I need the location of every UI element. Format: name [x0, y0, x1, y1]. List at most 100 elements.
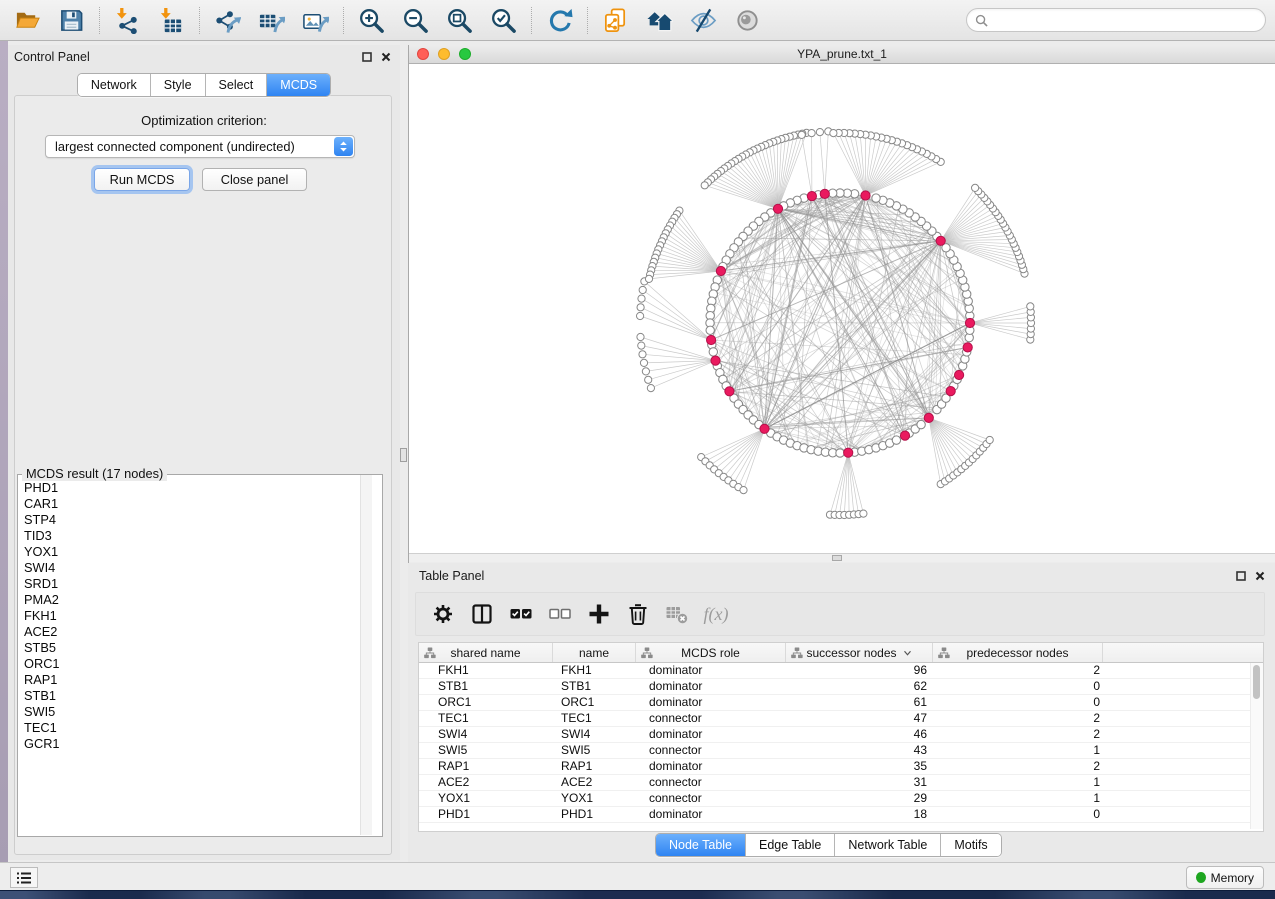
mcds-result-item[interactable]: GCR1 [24, 736, 363, 752]
export-image-button[interactable] [302, 7, 329, 34]
column-header-shared-name[interactable]: shared name [419, 643, 553, 662]
import-network-button[interactable] [114, 7, 141, 34]
deselect-all-button[interactable] [548, 602, 572, 626]
search-field[interactable] [966, 8, 1266, 32]
minimize-window-icon[interactable] [438, 48, 450, 60]
close-panel-button[interactable]: Close panel [202, 168, 307, 191]
mcds-result-item[interactable]: STP4 [24, 512, 363, 528]
cell-MCDS-role: dominator [636, 727, 786, 742]
mcds-result-item[interactable]: SWI4 [24, 560, 363, 576]
show-column-button[interactable] [470, 602, 494, 626]
mcds-result-item[interactable]: ACE2 [24, 624, 363, 640]
splitter-grip[interactable] [832, 555, 842, 561]
open-file-button[interactable] [14, 7, 41, 34]
table-row[interactable]: PHD1PHD1dominator180 [419, 807, 1263, 823]
column-label: name [579, 646, 609, 660]
function-builder-button[interactable]: f(x) [704, 602, 728, 626]
table-row[interactable]: ACE2ACE2connector311 [419, 775, 1263, 791]
run-mcds-button[interactable]: Run MCDS [94, 168, 190, 191]
mcds-result-item[interactable]: STB1 [24, 688, 363, 704]
tab-network[interactable]: Network [78, 74, 150, 96]
zoom-in-button[interactable] [358, 7, 385, 34]
zoom-out-button[interactable] [402, 7, 429, 34]
tab-select[interactable]: Select [205, 74, 267, 96]
column-header-name[interactable]: name [553, 643, 636, 662]
status-bar: Memory [0, 862, 1275, 890]
mcds-result-item[interactable]: SWI5 [24, 704, 363, 720]
tab-mcds[interactable]: MCDS [266, 74, 330, 96]
save-session-button[interactable] [58, 7, 85, 34]
table-options-button[interactable] [431, 602, 455, 626]
cell-successor-nodes: 31 [786, 775, 933, 790]
mcds-result-item[interactable]: TID3 [24, 528, 363, 544]
close-panel-icon[interactable] [1253, 570, 1266, 583]
mcds-result-item[interactable]: ORC1 [24, 656, 363, 672]
zoom-selected-button[interactable] [490, 7, 517, 34]
cell-shared-name: SWI4 [419, 727, 553, 742]
mcds-result-item[interactable]: PMA2 [24, 592, 363, 608]
network-canvas[interactable] [409, 64, 1275, 553]
table-row[interactable]: STB1STB1dominator620 [419, 679, 1263, 695]
network-overview-button[interactable] [646, 7, 673, 34]
mcds-result-item[interactable]: STB5 [24, 640, 363, 656]
float-panel-icon[interactable] [360, 51, 373, 64]
table-row[interactable]: SWI4SWI4dominator462 [419, 727, 1263, 743]
mcds-result-item[interactable]: RAP1 [24, 672, 363, 688]
duplicate-network-button[interactable] [602, 7, 629, 34]
tab-edge-table[interactable]: Edge Table [745, 834, 834, 856]
column-header-successor-nodes[interactable]: successor nodes [786, 643, 933, 662]
mcds-result-scrollbar[interactable] [360, 475, 372, 835]
mcds-result-item[interactable]: YOX1 [24, 544, 363, 560]
column-header-predecessor-nodes[interactable]: predecessor nodes [933, 643, 1103, 662]
column-header-MCDS-role[interactable]: MCDS role [636, 643, 786, 662]
refresh-button[interactable] [546, 7, 573, 34]
cell-name: STB1 [553, 679, 636, 694]
horizontal-splitter[interactable] [409, 553, 1275, 562]
hide-graphics-details-button[interactable] [690, 7, 717, 34]
tab-motifs[interactable]: Motifs [940, 834, 1000, 856]
mcds-result-item[interactable]: PHD1 [24, 480, 363, 496]
search-input[interactable] [993, 12, 1257, 28]
mcds-result-item[interactable]: FKH1 [24, 608, 363, 624]
close-panel-icon[interactable] [379, 51, 392, 64]
show-graphics-details-button[interactable] [734, 7, 761, 34]
panel-menu-button[interactable] [10, 867, 38, 888]
mcds-result-item[interactable]: CAR1 [24, 496, 363, 512]
export-table-button[interactable] [258, 7, 285, 34]
splitter-grip[interactable] [400, 448, 407, 462]
mcds-result-item[interactable]: SRD1 [24, 576, 363, 592]
memory-button[interactable]: Memory [1186, 866, 1264, 889]
select-all-button[interactable] [509, 602, 533, 626]
scrollbar-thumb[interactable] [1253, 665, 1260, 699]
cell-successor-nodes: 18 [786, 807, 933, 822]
table-row[interactable]: ORC1ORC1dominator610 [419, 695, 1263, 711]
mcds-result-item[interactable]: TEC1 [24, 720, 363, 736]
import-table-button[interactable] [158, 7, 185, 34]
export-table-icon [258, 7, 285, 34]
zoom-out-icon [402, 7, 429, 34]
zoom-fit-button[interactable] [446, 7, 473, 34]
close-window-icon[interactable] [417, 48, 429, 60]
float-panel-icon[interactable] [1234, 570, 1247, 583]
maximize-window-icon[interactable] [459, 48, 471, 60]
control-panel-title: Control Panel [14, 50, 360, 64]
tab-network-table[interactable]: Network Table [834, 834, 940, 856]
function-builder-icon: f(x) [704, 604, 729, 625]
optimization-criterion-select[interactable]: largest connected component (undirected) [45, 135, 355, 158]
mcds-result-list[interactable]: PHD1CAR1STP4TID3YOX1SWI4SRD1PMA2FKH1ACE2… [19, 477, 363, 833]
delete-row-button[interactable] [626, 602, 650, 626]
tab-style[interactable]: Style [150, 74, 205, 96]
table-row[interactable]: RAP1RAP1dominator352 [419, 759, 1263, 775]
export-network-button[interactable] [214, 7, 241, 34]
network-window-titlebar[interactable]: YPA_prune.txt_1 [409, 45, 1275, 64]
table-row[interactable]: YOX1YOX1connector291 [419, 791, 1263, 807]
table-scrollbar[interactable] [1250, 663, 1263, 829]
add-row-button[interactable] [587, 602, 611, 626]
tab-node-table[interactable]: Node Table [656, 834, 745, 856]
delete-table-button[interactable] [665, 602, 689, 626]
table-row[interactable]: SWI5SWI5connector431 [419, 743, 1263, 759]
network-graph[interactable] [409, 64, 1275, 553]
cell-name: FKH1 [553, 663, 636, 678]
table-row[interactable]: FKH1FKH1dominator962 [419, 663, 1263, 679]
table-row[interactable]: TEC1TEC1connector472 [419, 711, 1263, 727]
